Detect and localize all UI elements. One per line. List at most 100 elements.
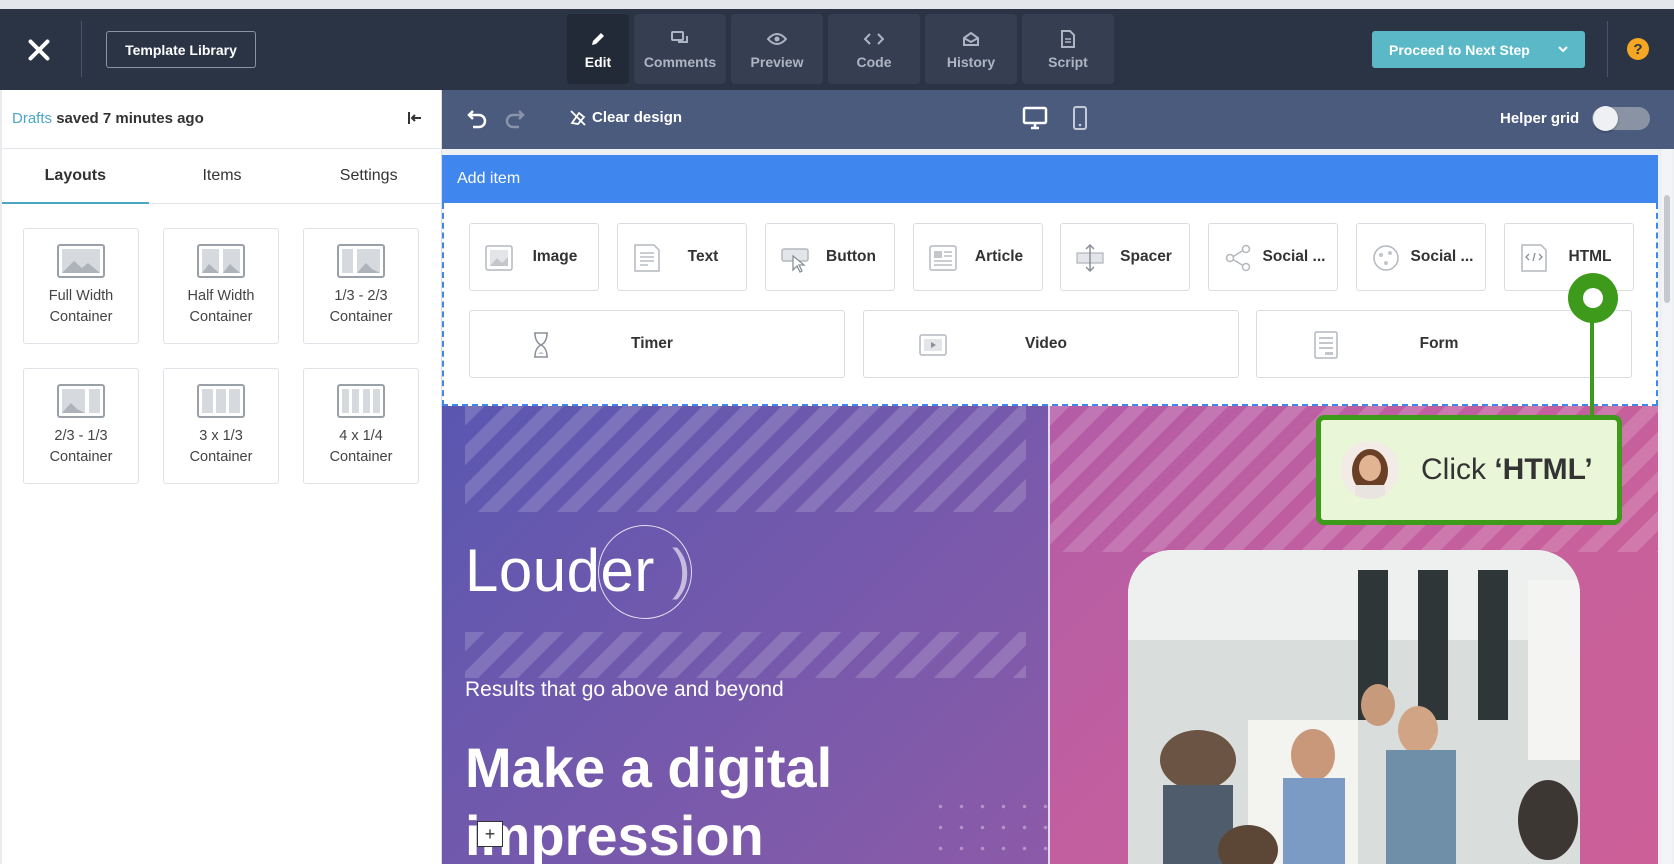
layout-label: 3 x 1/3 Container (189, 428, 253, 465)
helper-grid-toggle[interactable] (1592, 106, 1650, 131)
item-video[interactable]: Video (863, 310, 1239, 378)
item-form[interactable]: Form (1256, 310, 1632, 378)
tour-pointer-line (1590, 318, 1594, 418)
item-social-follow[interactable]: Social ... (1356, 223, 1486, 291)
headline[interactable]: Make a digital impression (465, 734, 985, 864)
add-block-button[interactable]: + (477, 821, 503, 847)
item-label: Image (532, 248, 578, 265)
tab-code[interactable]: Code (828, 14, 920, 84)
tab-label: Script (1048, 54, 1088, 70)
item-text[interactable]: Text (617, 223, 747, 291)
layout-half-width[interactable]: Half Width Container (163, 228, 279, 344)
three-columns-layout-icon (197, 384, 245, 418)
tour-hotspot[interactable] (1568, 273, 1618, 323)
top-bar: Template Library Edit Comments Preview C… (0, 9, 1674, 90)
tour-tooltip: Click ‘HTML’ (1316, 415, 1622, 525)
clear-design-label: Clear design (592, 109, 683, 126)
divider (81, 21, 82, 77)
item-label: Social ... (1410, 248, 1474, 265)
comments-icon (670, 28, 690, 50)
clear-design-button[interactable]: Clear design (570, 109, 682, 126)
item-label: Form (1419, 335, 1459, 352)
undo-icon[interactable] (464, 109, 488, 134)
layout-label: 2/3 - 1/3 Container (49, 428, 113, 465)
office-team-image (1128, 550, 1580, 864)
layout-label: Half Width Container (187, 288, 255, 325)
chevron-down-icon[interactable] (1557, 42, 1569, 58)
template-library-button[interactable]: Template Library (106, 31, 256, 68)
tagline[interactable]: Results that go above and beyond (465, 678, 784, 702)
proceed-label: Proceed to Next Step (1389, 41, 1530, 58)
item-label: Spacer (1120, 248, 1172, 265)
add-item-title: Add item (457, 170, 521, 187)
item-timer[interactable]: Timer (469, 310, 845, 378)
tab-edit[interactable]: Edit (567, 14, 629, 84)
eraser-icon (570, 109, 586, 126)
saved-time: saved 7 minutes ago (56, 110, 204, 127)
mode-tabs: Edit Comments Preview Code History Scrip… (567, 14, 1114, 84)
left-sidebar: Drafts saved 7 minutes ago Layouts Items… (2, 90, 442, 864)
sidebar-tabs: Layouts Items Settings (2, 148, 442, 204)
tab-comments[interactable]: Comments (634, 14, 726, 84)
four-columns-layout-icon (337, 384, 385, 418)
layout-label: 4 x 1/4 Container (329, 428, 393, 465)
canvas-scrollbar[interactable] (1662, 149, 1672, 864)
item-html[interactable]: HTML (1504, 223, 1634, 291)
tab-settings[interactable]: Settings (295, 149, 442, 203)
layout-one-third-two-thirds[interactable]: 1/3 - 2/3 Container (303, 228, 419, 344)
team-photo[interactable] (1128, 550, 1580, 864)
code-icon (864, 28, 884, 50)
scrollbar-thumb[interactable] (1664, 195, 1670, 303)
item-label: Button (826, 248, 876, 265)
item-label: Social ... (1262, 248, 1326, 265)
tour-prefix: Click (1421, 453, 1495, 486)
layout-label: Full Width Container (48, 288, 114, 325)
layout-three-columns[interactable]: 3 x 1/3 Container (163, 368, 279, 484)
desktop-view-icon[interactable] (1022, 106, 1048, 135)
tab-label: Edit (584, 54, 612, 70)
tab-label: Code (856, 54, 892, 70)
add-item-header: Add item (442, 155, 1658, 203)
helper-grid-label: Helper grid (1500, 110, 1580, 127)
item-article[interactable]: Article (913, 223, 1043, 291)
mobile-view-icon[interactable] (1072, 105, 1088, 136)
item-image[interactable]: Image (469, 223, 599, 291)
item-label: Video (1025, 335, 1067, 352)
tab-layouts[interactable]: Layouts (2, 149, 149, 204)
redo-icon[interactable] (504, 109, 528, 134)
divider (1607, 21, 1608, 77)
item-spacer[interactable]: Spacer (1060, 223, 1190, 291)
item-label: Timer (631, 335, 673, 352)
tour-target: ‘HTML’ (1494, 453, 1593, 486)
placeholder-stripe (465, 632, 1026, 678)
toggle-knob (1593, 106, 1618, 131)
item-button[interactable]: Button (765, 223, 895, 291)
tab-label: History (946, 54, 996, 70)
tab-script[interactable]: Script (1022, 14, 1114, 84)
tab-history[interactable]: History (925, 14, 1017, 84)
document-icon (1061, 28, 1075, 50)
item-social-share[interactable]: Social ... (1208, 223, 1338, 291)
layout-full-width[interactable]: Full Width Container (23, 228, 139, 344)
browser-top-strip (0, 0, 1674, 9)
item-label: HTML (1568, 248, 1612, 265)
drafts-link[interactable]: Drafts (12, 110, 52, 127)
pencil-icon (590, 28, 606, 50)
help-icon[interactable]: ? (1627, 38, 1649, 60)
close-icon[interactable] (24, 35, 54, 65)
editor-toolbar: Clear design Helper grid (442, 90, 1674, 149)
placeholder-stripe (465, 406, 1026, 512)
tab-preview[interactable]: Preview (731, 14, 823, 84)
proceed-next-step-button[interactable]: Proceed to Next Step (1372, 31, 1585, 68)
item-label: Text (687, 248, 719, 265)
layout-two-thirds-one-third[interactable]: 2/3 - 1/3 Container (23, 368, 139, 484)
layout-label: 1/3 - 2/3 Container (329, 288, 393, 325)
tab-label: Comments (643, 54, 717, 70)
logo-bracket: ) (672, 537, 691, 600)
collapse-sidebar-icon[interactable] (407, 110, 423, 131)
layout-four-columns[interactable]: 4 x 1/4 Container (303, 368, 419, 484)
hero-left-column[interactable]: Louder ) Results that go above and beyon… (442, 406, 1130, 864)
tab-items[interactable]: Items (149, 149, 296, 203)
full-width-layout-icon (57, 244, 105, 278)
one-third-two-thirds-layout-icon (337, 244, 385, 278)
